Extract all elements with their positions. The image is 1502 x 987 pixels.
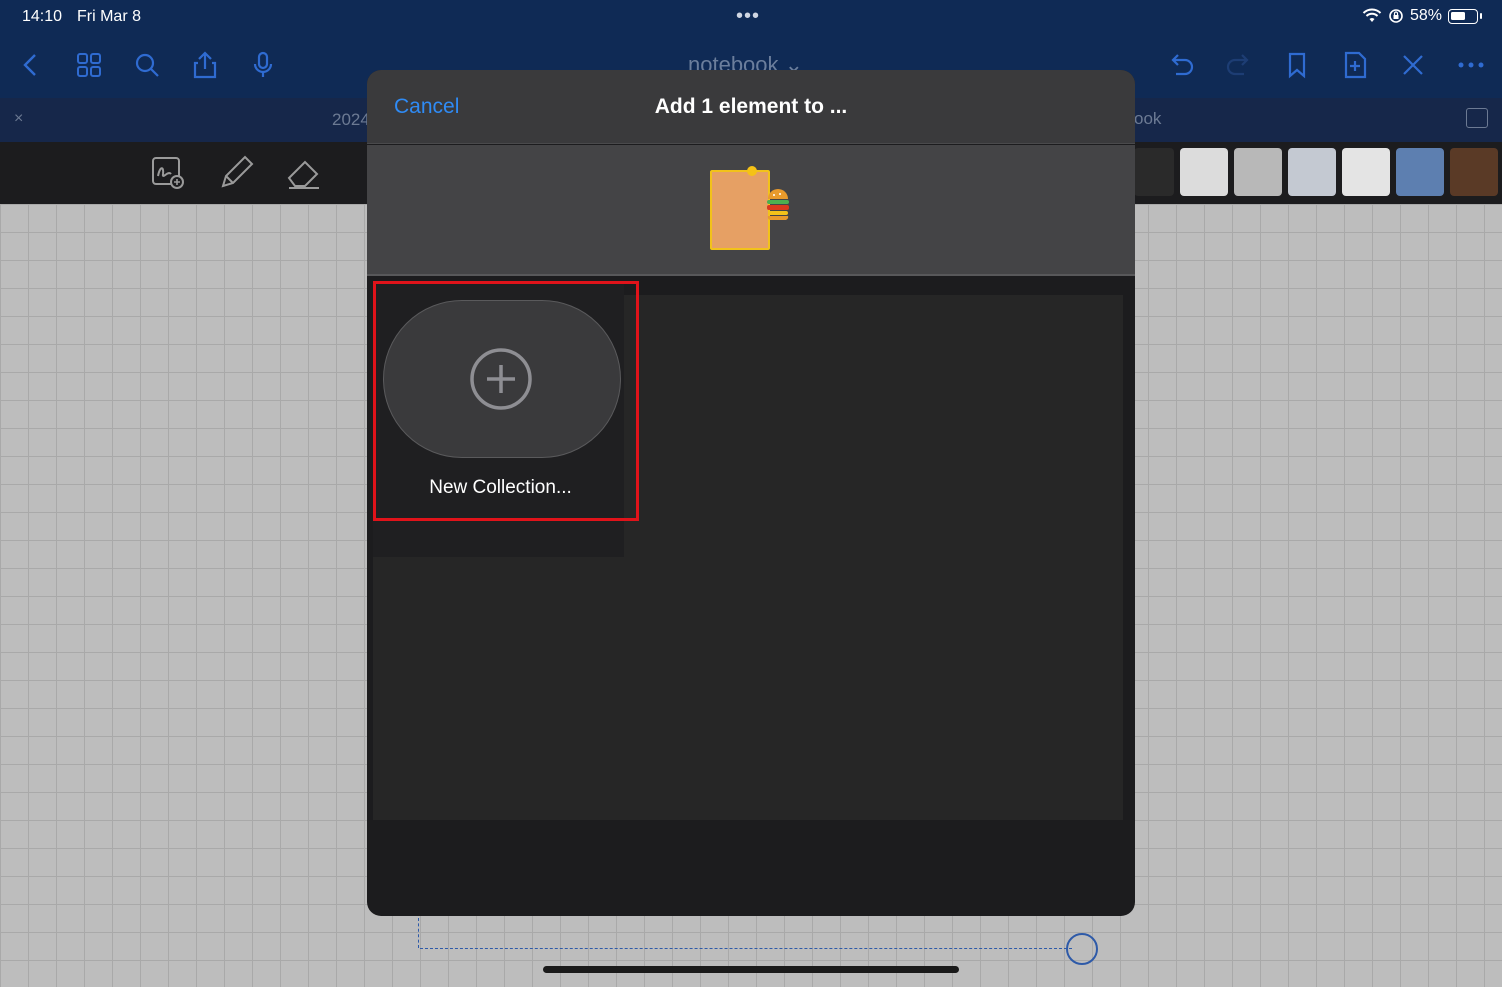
modal-header: Cancel Add 1 element to ... bbox=[367, 70, 1135, 144]
new-collection-pill[interactable] bbox=[383, 300, 621, 458]
element-preview-area bbox=[367, 145, 1135, 276]
new-collection-button[interactable]: New Collection... bbox=[373, 283, 624, 557]
element-preview-card bbox=[710, 170, 770, 250]
burger-sticker-icon bbox=[767, 189, 789, 221]
add-to-collection-modal: Cancel Add 1 element to ... New Collecti… bbox=[367, 70, 1135, 916]
new-collection-label: New Collection... bbox=[429, 477, 572, 498]
plus-circle-icon bbox=[470, 348, 532, 410]
modal-title: Add 1 element to ... bbox=[654, 95, 848, 118]
pin-icon bbox=[747, 166, 757, 176]
